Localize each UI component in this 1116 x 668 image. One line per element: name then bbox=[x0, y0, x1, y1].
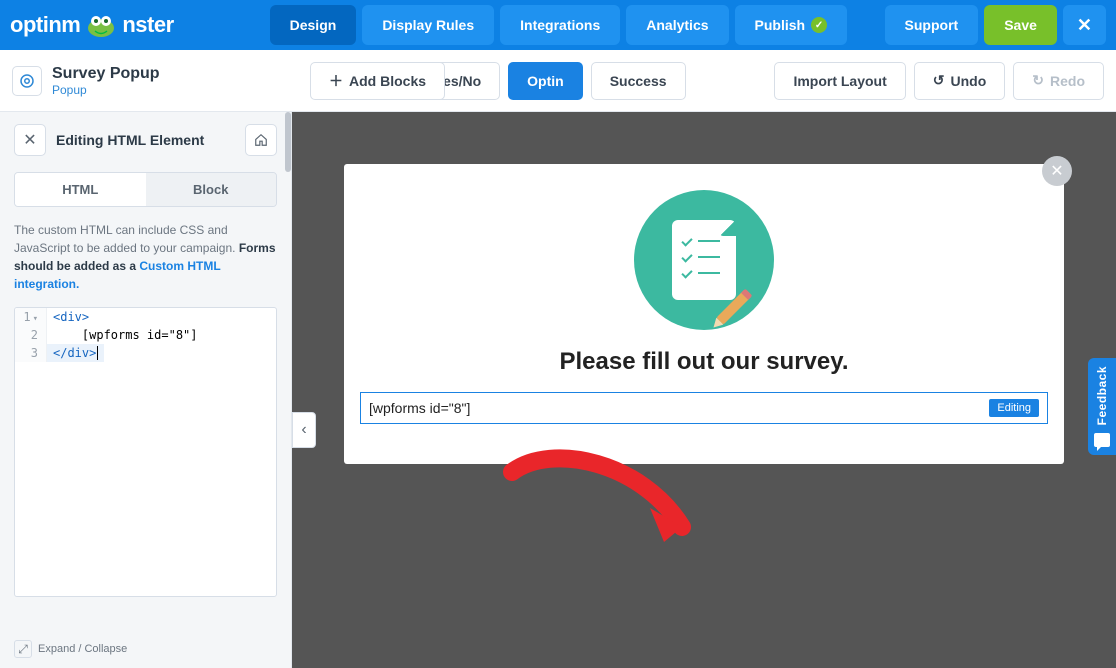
add-blocks-label: Add Blocks bbox=[349, 73, 426, 89]
popup-preview[interactable]: ✕ Please fill out our survey. [wpforms i… bbox=[344, 164, 1064, 464]
add-blocks-button[interactable]: ＋ Add Blocks bbox=[310, 62, 445, 100]
builder-main: ✕ Editing HTML Element HTML Block The cu… bbox=[0, 112, 1116, 668]
view-success[interactable]: Success bbox=[591, 62, 686, 100]
campaign-title: Survey Popup bbox=[52, 65, 160, 83]
close-icon: ✕ bbox=[1077, 15, 1092, 36]
survey-illustration-icon bbox=[634, 190, 774, 330]
campaign-chip[interactable]: Survey Popup Popup bbox=[12, 65, 160, 97]
settings-sidebar: ✕ Editing HTML Element HTML Block The cu… bbox=[0, 112, 292, 668]
tab-html[interactable]: HTML bbox=[15, 173, 146, 206]
brand-text-right: nster bbox=[122, 12, 173, 38]
expand-label: Expand / Collapse bbox=[38, 643, 127, 655]
nav-design[interactable]: Design bbox=[270, 5, 357, 45]
redo-icon: ↻ bbox=[1032, 72, 1044, 89]
html-block-selected[interactable]: [wpforms id="8"] Editing bbox=[360, 392, 1048, 424]
html-code-editor[interactable]: 1<div> 2 [wpforms id="8"] 3</div> bbox=[14, 307, 277, 597]
undo-button[interactable]: ↺ Undo bbox=[914, 62, 1006, 100]
chat-icon bbox=[1094, 433, 1110, 447]
close-builder-button[interactable]: ✕ bbox=[1063, 5, 1106, 45]
brand-logo[interactable]: optinm nster bbox=[10, 12, 174, 38]
code-l3-tag: div bbox=[67, 346, 89, 360]
tab-block-label: Block bbox=[193, 182, 228, 197]
nav-design-label: Design bbox=[290, 17, 337, 33]
top-nav: optinm nster Design Display Rules Integr… bbox=[0, 0, 1116, 50]
publish-status-icon: ✓ bbox=[811, 17, 827, 33]
expand-collapse-toggle[interactable]: ⤢ Expand / Collapse bbox=[14, 640, 127, 658]
view-optin[interactable]: Optin bbox=[508, 62, 583, 100]
undo-icon: ↺ bbox=[933, 72, 945, 89]
brand-text-left: optinm bbox=[10, 12, 80, 38]
home-button[interactable] bbox=[245, 124, 277, 156]
chevron-left-icon: ‹ bbox=[301, 421, 306, 439]
preview-canvas: ‹ ✕ Please fill out our survey. [wpforms… bbox=[292, 112, 1116, 668]
nav-analytics[interactable]: Analytics bbox=[626, 5, 728, 45]
close-icon: ✕ bbox=[1050, 161, 1063, 181]
popup-close-button[interactable]: ✕ bbox=[1042, 156, 1072, 186]
tab-html-label: HTML bbox=[62, 182, 98, 197]
redo-button[interactable]: ↻ Redo bbox=[1013, 62, 1104, 100]
nav-support-label: Support bbox=[905, 17, 959, 33]
close-icon: ✕ bbox=[23, 130, 36, 150]
nav-support[interactable]: Support bbox=[885, 5, 979, 45]
home-icon bbox=[254, 133, 268, 147]
undo-label: Undo bbox=[951, 73, 987, 89]
nav-integrations[interactable]: Integrations bbox=[500, 5, 620, 45]
nav-display-rules-label: Display Rules bbox=[382, 17, 474, 33]
collapse-sidebar-button[interactable]: ‹ bbox=[292, 412, 316, 448]
builder-toolbar: Survey Popup Popup ＋ Add Blocks Yes/No O… bbox=[0, 50, 1116, 112]
nav-integrations-label: Integrations bbox=[520, 17, 600, 33]
help-text: The custom HTML can include CSS and Java… bbox=[0, 221, 291, 307]
nav-analytics-label: Analytics bbox=[646, 17, 708, 33]
tab-block[interactable]: Block bbox=[146, 173, 277, 206]
code-l2: [wpforms id="8"] bbox=[47, 326, 204, 344]
code-l1-tag: div bbox=[60, 310, 82, 324]
html-block-content: [wpforms id="8"] bbox=[369, 400, 470, 416]
popup-heading[interactable]: Please fill out our survey. bbox=[360, 348, 1048, 376]
view-optin-label: Optin bbox=[527, 73, 564, 89]
plus-icon: ＋ bbox=[329, 71, 343, 91]
campaign-type-icon bbox=[12, 66, 42, 96]
sidebar-scrollbar[interactable] bbox=[285, 112, 291, 172]
expand-icon: ⤢ bbox=[14, 640, 32, 658]
mascot-icon bbox=[84, 12, 118, 38]
import-layout-button[interactable]: Import Layout bbox=[774, 62, 905, 100]
nav-publish[interactable]: Publish ✓ bbox=[735, 5, 848, 45]
close-panel-button[interactable]: ✕ bbox=[14, 124, 46, 156]
panel-title: Editing HTML Element bbox=[56, 132, 235, 148]
panel-tabs: HTML Block bbox=[14, 172, 277, 207]
campaign-subtitle: Popup bbox=[52, 83, 160, 97]
import-layout-label: Import Layout bbox=[793, 73, 886, 89]
save-button[interactable]: Save bbox=[984, 5, 1057, 45]
help-line-1: The custom HTML can include CSS and Java… bbox=[14, 223, 239, 255]
redo-label: Redo bbox=[1050, 73, 1085, 89]
save-button-label: Save bbox=[1004, 17, 1037, 33]
editing-badge: Editing bbox=[989, 399, 1039, 417]
feedback-label: Feedback bbox=[1095, 366, 1109, 425]
feedback-tab[interactable]: Feedback bbox=[1088, 358, 1116, 455]
nav-publish-label: Publish bbox=[755, 17, 806, 33]
nav-display-rules[interactable]: Display Rules bbox=[362, 5, 494, 45]
view-success-label: Success bbox=[610, 73, 667, 89]
